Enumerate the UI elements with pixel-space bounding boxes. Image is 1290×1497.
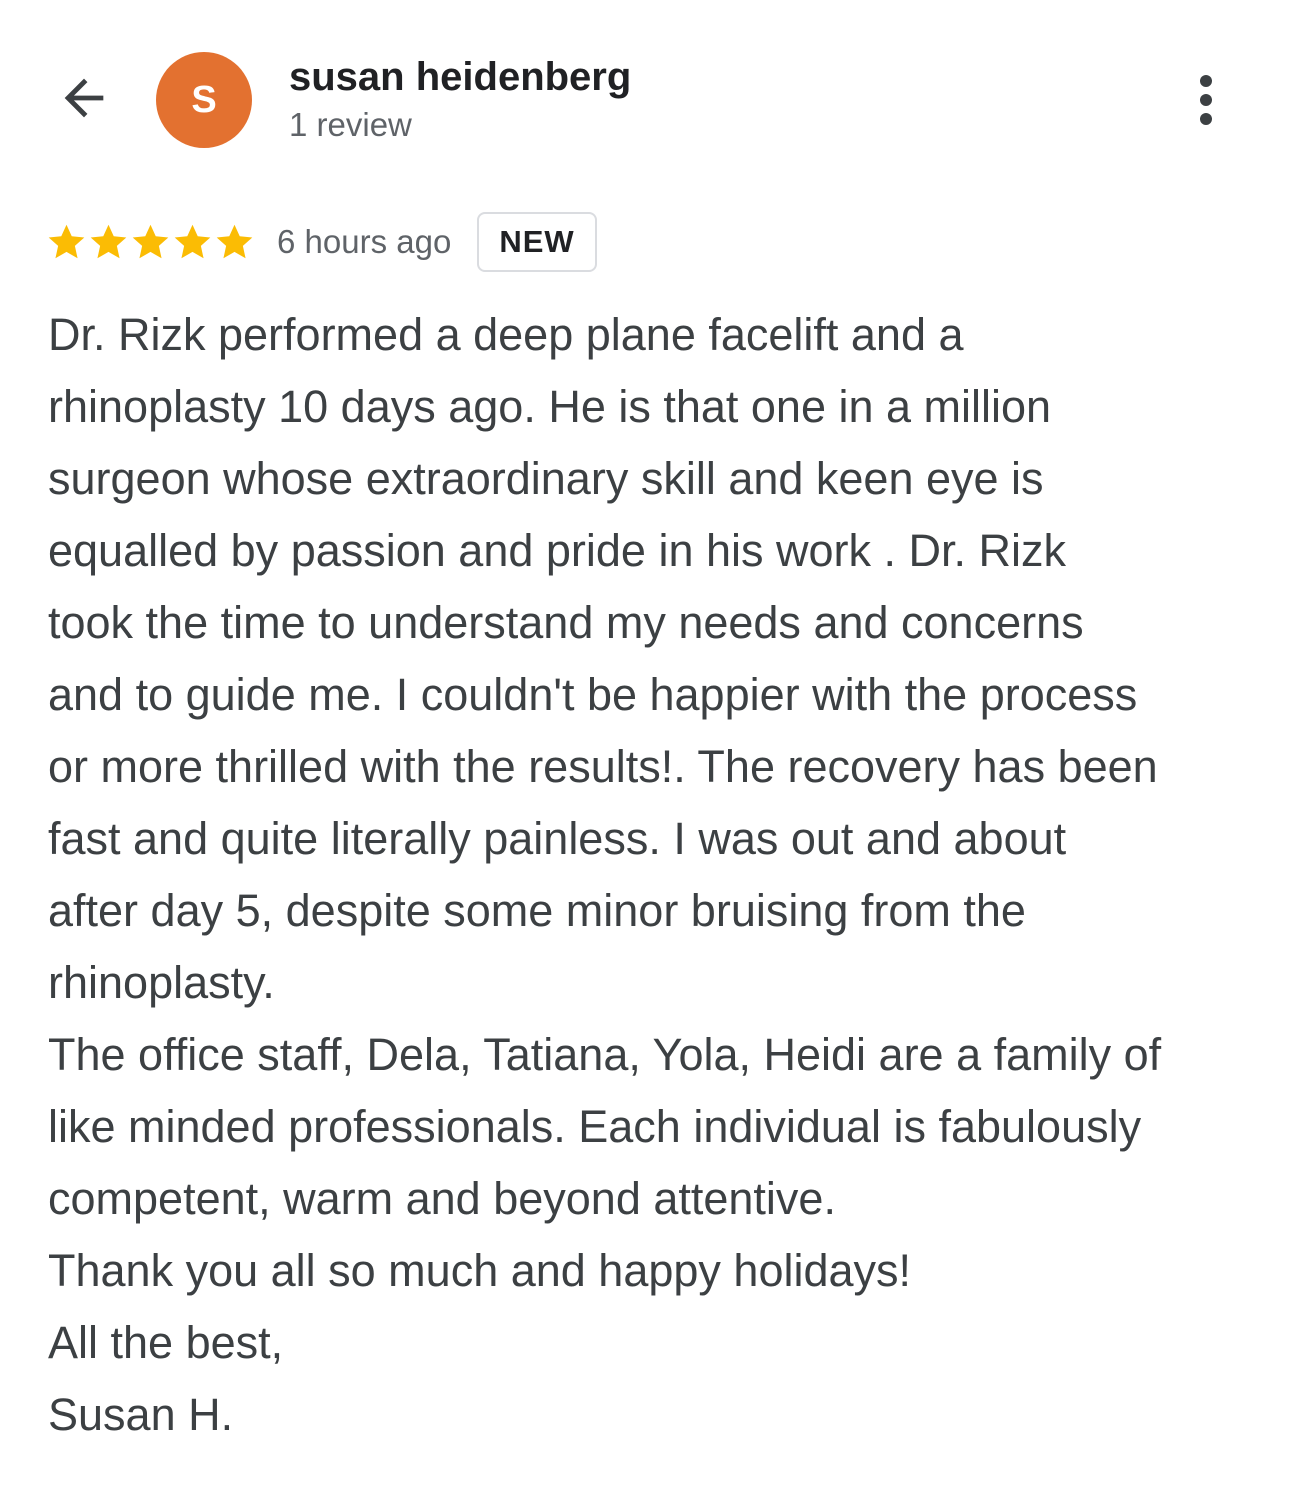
review-line: All the best, bbox=[48, 1317, 284, 1368]
more-vertical-icon bbox=[1200, 75, 1212, 125]
star-icon bbox=[48, 224, 85, 258]
star-icon bbox=[216, 224, 253, 258]
more-options-button[interactable] bbox=[1182, 70, 1230, 130]
review-line: took the time to understand my needs and… bbox=[48, 597, 1084, 648]
review-line: competent, warm and beyond attentive. bbox=[48, 1173, 836, 1224]
review-line: surgeon whose extraordinary skill and ke… bbox=[48, 453, 1044, 504]
reviewer-name[interactable]: susan heidenberg bbox=[289, 55, 631, 100]
review-line: Dr. Rizk performed a deep plane facelift… bbox=[48, 309, 964, 360]
review-header: S susan heidenberg 1 review bbox=[0, 0, 1290, 200]
review-line: Thank you all so much and happy holidays… bbox=[48, 1245, 912, 1296]
review-line: and to guide me. I couldn't be happier w… bbox=[48, 669, 1138, 720]
avatar-initial: S bbox=[191, 78, 217, 121]
star-icon bbox=[90, 224, 127, 258]
review-line: equalled by passion and pride in his wor… bbox=[48, 525, 1067, 576]
back-button[interactable] bbox=[48, 62, 120, 134]
new-badge: NEW bbox=[477, 212, 597, 272]
review-meta: 6 hours ago NEW bbox=[46, 210, 597, 274]
review-line: The office staff, Dela, Tatiana, Yola, H… bbox=[48, 1029, 1162, 1080]
review-line: fast and quite literally painless. I was… bbox=[48, 813, 1067, 864]
review-line: or more thrilled with the results!. The … bbox=[48, 741, 1158, 792]
star-rating bbox=[46, 222, 255, 263]
review-time: 6 hours ago bbox=[277, 223, 452, 260]
arrow-left-icon bbox=[64, 78, 104, 118]
review-line: after day 5, despite some minor bruising… bbox=[48, 885, 1026, 936]
star-icon bbox=[132, 224, 169, 258]
review-text: Dr. Rizk performed a deep plane facelift… bbox=[48, 299, 1260, 1451]
review-line: rhinoplasty 10 days ago. He is that one … bbox=[48, 381, 1052, 432]
star-icon bbox=[174, 224, 211, 258]
review-line: rhinoplasty. bbox=[48, 957, 275, 1008]
review-line: like minded professionals. Each individu… bbox=[48, 1101, 1142, 1152]
avatar[interactable]: S bbox=[156, 52, 252, 148]
review-line: Susan H. bbox=[48, 1389, 234, 1440]
review-count: 1 review bbox=[289, 106, 412, 143]
